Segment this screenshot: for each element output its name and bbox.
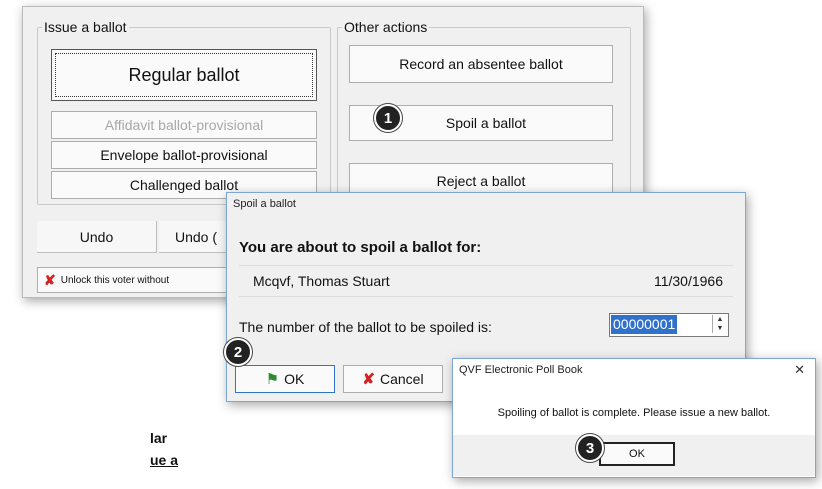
envelope-ballot-button[interactable]: Envelope ballot-provisional xyxy=(51,141,317,169)
other-actions-group-label: Other actions xyxy=(342,19,430,35)
callout-3: 3 xyxy=(576,434,604,462)
background-text-line2: ue a xyxy=(150,452,179,468)
spoil-ok-button[interactable]: ⚑ OK xyxy=(235,365,335,393)
close-icon[interactable]: ✕ xyxy=(794,362,805,378)
issue-ballot-group-label: Issue a ballot xyxy=(42,19,129,35)
unlock-voter-button[interactable]: ✘ Unlock this voter without xyxy=(37,267,237,293)
ballot-number-value: 00000001 xyxy=(611,315,678,334)
ballot-number-label: The number of the ballot to be spoiled i… xyxy=(239,319,492,335)
confirm-dialog: QVF Electronic Poll Book ✕ Spoiling of b… xyxy=(452,358,816,478)
confirm-ok-button[interactable]: OK xyxy=(599,442,675,466)
voter-dob: 11/30/1966 xyxy=(653,273,723,289)
spoil-cancel-label: Cancel xyxy=(379,371,424,387)
spoil-cancel-button[interactable]: ✘ Cancel xyxy=(343,365,443,393)
regular-ballot-button[interactable]: Regular ballot xyxy=(51,49,317,101)
undo-button[interactable]: Undo xyxy=(37,221,157,253)
cancel-x-icon: ✘ xyxy=(362,371,375,388)
voter-name: Mcqvf, Thomas Stuart xyxy=(253,273,390,289)
confirm-dialog-title: QVF Electronic Poll Book xyxy=(459,364,583,376)
record-absentee-button[interactable]: Record an absentee ballot xyxy=(349,45,613,83)
confirm-message: Spoiling of ballot is complete. Please i… xyxy=(497,407,771,419)
ballot-number-input[interactable]: 00000001 ▲ ▼ xyxy=(609,313,729,337)
spoil-dialog-heading: You are about to spoil a ballot for: xyxy=(239,239,482,256)
callout-2: 2 xyxy=(224,338,252,366)
x-icon: ✘ xyxy=(44,271,56,288)
callout-1: 1 xyxy=(374,104,402,132)
spin-button[interactable]: ▲ ▼ xyxy=(712,315,727,333)
unlock-voter-label: Unlock this voter without xyxy=(60,274,170,286)
flag-icon: ⚑ xyxy=(265,371,280,388)
voter-info-row: Mcqvf, Thomas Stuart 11/30/1966 xyxy=(239,265,733,297)
affidavit-ballot-button[interactable]: Affidavit ballot-provisional xyxy=(51,111,317,139)
background-text-line1: lar xyxy=(150,430,168,446)
spoil-dialog-title: Spoil a ballot xyxy=(233,198,296,210)
spoil-ok-label: OK xyxy=(284,371,305,387)
